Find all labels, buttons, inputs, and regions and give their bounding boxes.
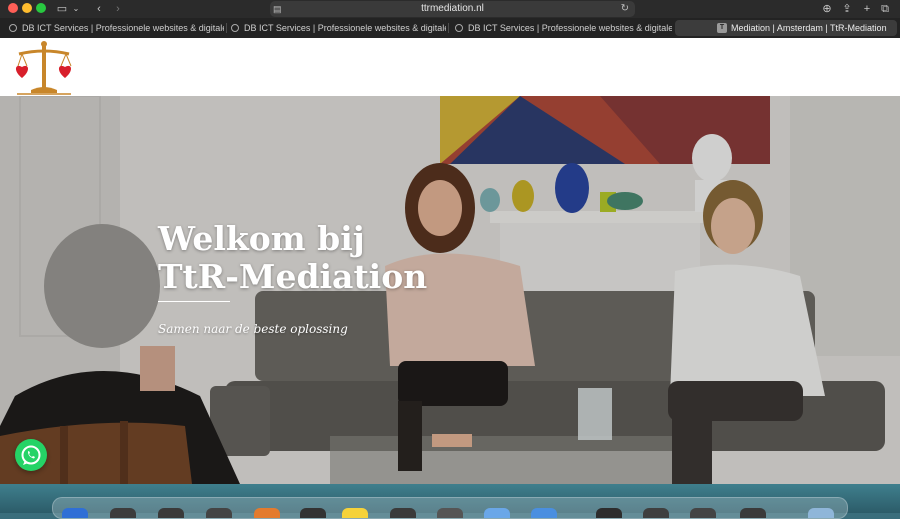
forward-button[interactable]: › xyxy=(112,0,124,18)
hero-section: Welkom bij TtR-Mediation Samen naar de b… xyxy=(0,96,900,484)
tab-title: DB ICT Services | Professionele websites… xyxy=(244,23,446,33)
tab-bar: DB ICT Services | Professionele websites… xyxy=(0,18,900,38)
minimize-window-button[interactable] xyxy=(22,3,32,13)
dock-app-icon[interactable] xyxy=(484,508,510,518)
tab-1[interactable]: DB ICT Services | Professionele websites… xyxy=(2,20,224,36)
tab-title: Mediation | Amsterdam | TtR-Mediation xyxy=(731,23,887,33)
dock-app-icon[interactable] xyxy=(206,508,232,518)
dock-app-icon[interactable] xyxy=(254,508,280,518)
downloads-icon[interactable]: ⊕ xyxy=(820,0,834,18)
tab-3[interactable]: DB ICT Services | Professionele websites… xyxy=(448,20,672,36)
zoom-window-button[interactable] xyxy=(36,3,46,13)
hero-title: Welkom bij TtR-Mediation xyxy=(158,219,428,296)
dock-app-icon[interactable] xyxy=(740,508,766,518)
tab-favicon-icon: T xyxy=(717,23,727,33)
dock-app-icon[interactable] xyxy=(110,508,136,518)
address-bar-url: ttrmediation.nl xyxy=(421,3,484,14)
logo-scales-hearts-icon[interactable] xyxy=(13,40,75,95)
back-button[interactable]: ‹ xyxy=(93,0,105,18)
dock-app-icon[interactable] xyxy=(390,508,416,518)
tab-2[interactable]: DB ICT Services | Professionele websites… xyxy=(224,20,446,36)
page-settings-icon[interactable]: ▤ xyxy=(273,1,282,17)
new-tab-icon[interactable]: + xyxy=(860,0,874,18)
hero-background-photo xyxy=(0,96,900,484)
downloads-stack-icon[interactable] xyxy=(808,508,834,518)
hero-subtitle: Samen naar de beste oplossing xyxy=(158,322,348,336)
tab-favicon-icon xyxy=(455,24,463,32)
close-window-button[interactable] xyxy=(8,3,18,13)
tab-favicon-icon xyxy=(9,24,17,32)
dock-app-icon[interactable] xyxy=(437,508,463,518)
whatsapp-icon xyxy=(21,445,41,465)
hero-divider xyxy=(158,301,230,302)
tab-overview-icon[interactable]: ⧉ xyxy=(878,0,892,18)
safari-icon[interactable] xyxy=(531,508,557,518)
notes-icon[interactable] xyxy=(342,508,368,518)
whatsapp-button[interactable] xyxy=(15,439,47,471)
dock-app-icon[interactable] xyxy=(158,508,184,518)
site-header xyxy=(0,38,900,96)
dock-app-icon[interactable] xyxy=(596,508,622,518)
tab-4-active[interactable]: T Mediation | Amsterdam | TtR-Mediation xyxy=(675,20,897,36)
finder-icon[interactable] xyxy=(62,508,88,518)
reload-icon[interactable]: ↻ xyxy=(621,1,629,17)
dock-app-icon[interactable] xyxy=(643,508,669,518)
share-icon[interactable]: ⇪ xyxy=(840,0,854,18)
tab-title: DB ICT Services | Professionele websites… xyxy=(22,23,224,33)
tab-title: DB ICT Services | Professionele websites… xyxy=(468,23,672,33)
address-bar[interactable]: ▤ ttrmediation.nl ↻ xyxy=(270,1,635,17)
sidebar-icon[interactable]: ▭ xyxy=(55,0,69,18)
dock-app-icon[interactable] xyxy=(300,508,326,518)
tab-favicon-icon xyxy=(231,24,239,32)
dock-app-icon[interactable] xyxy=(690,508,716,518)
chevron-down-icon[interactable]: ⌄ xyxy=(71,0,81,18)
browser-toolbar: ▭ ⌄ ‹ › ▤ ttrmediation.nl ↻ ⊕ ⇪ + ⧉ xyxy=(0,0,900,18)
